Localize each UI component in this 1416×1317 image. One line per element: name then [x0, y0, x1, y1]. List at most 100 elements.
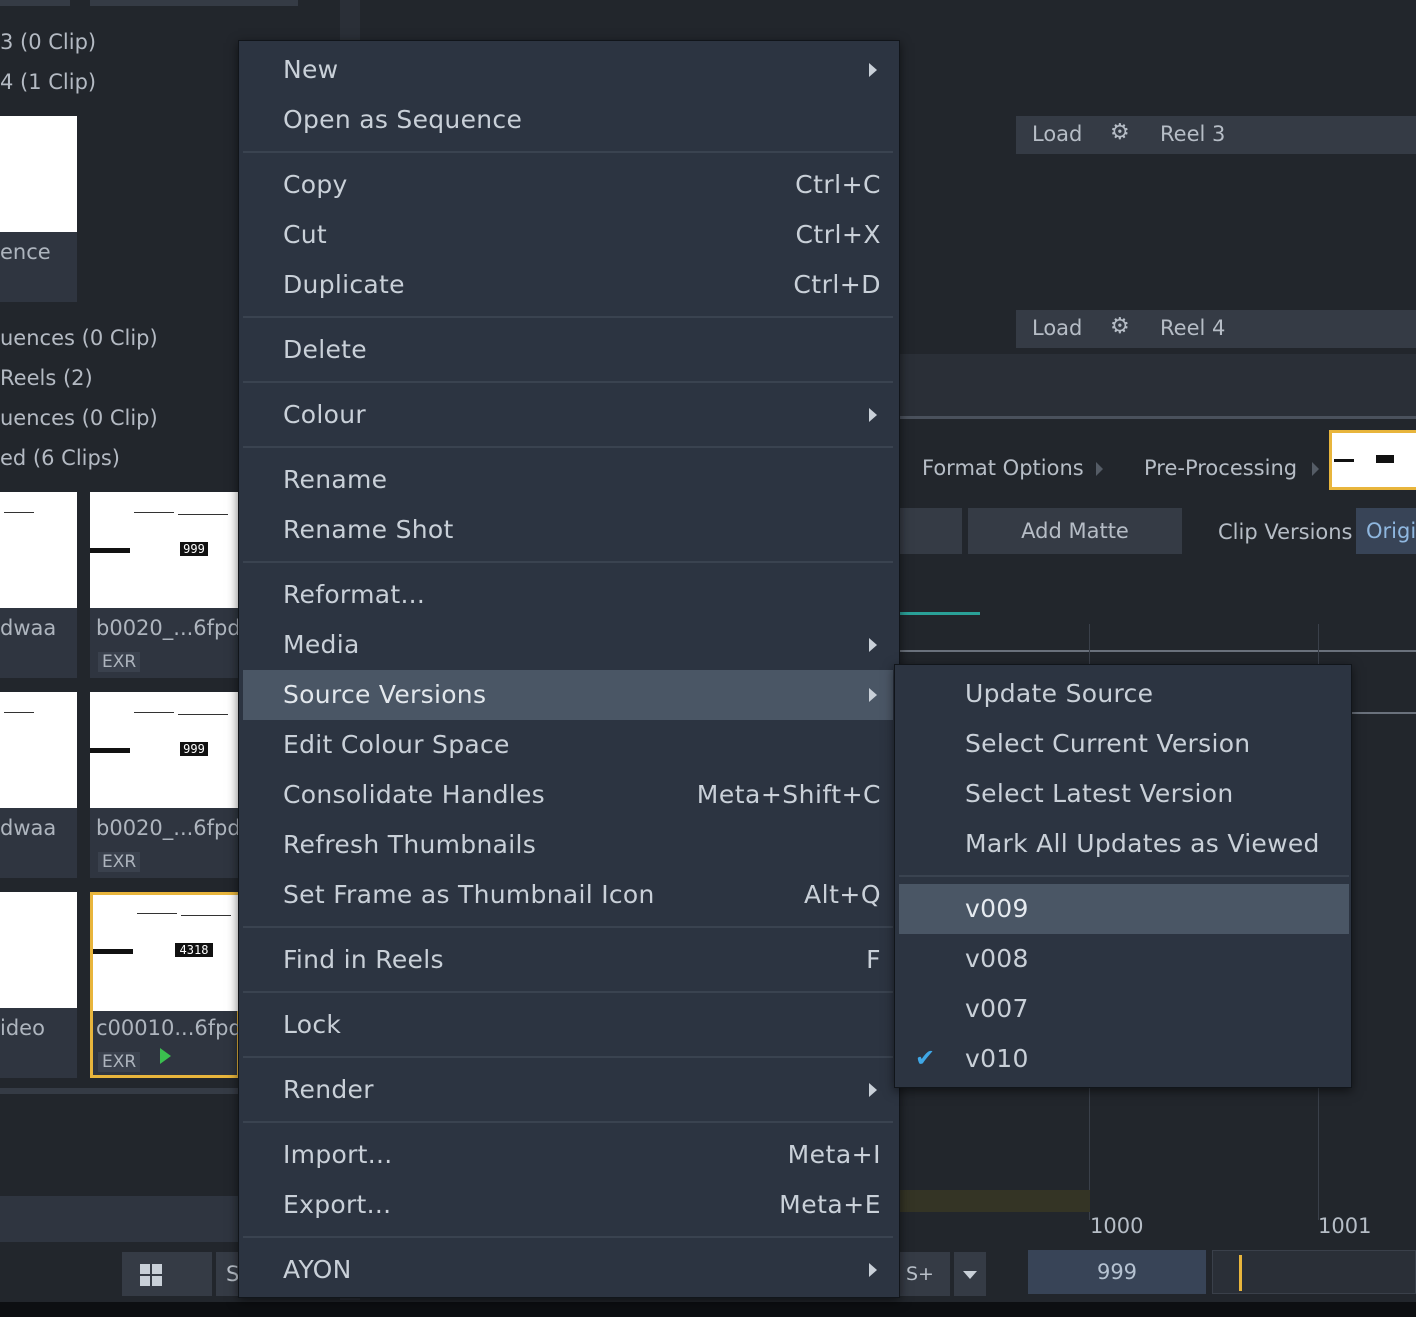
- menu-item-shortcut: Meta+Shift+C: [696, 780, 881, 809]
- add-matte-button[interactable]: Add Matte: [968, 508, 1182, 554]
- clip-name: b0020_...6fpdw: [96, 816, 258, 840]
- tools-tab-bar: Format Options Pre-Processing: [900, 430, 1416, 496]
- menu-separator: [243, 1236, 893, 1238]
- menu-item-export[interactable]: Export... Meta+E: [243, 1180, 893, 1230]
- version-label: v009: [965, 894, 1029, 923]
- version-item-v007[interactable]: v007: [899, 984, 1349, 1034]
- menu-item-duplicate[interactable]: Duplicate Ctrl+D: [243, 260, 893, 310]
- chevron-right-icon: [1312, 462, 1319, 476]
- splitter[interactable]: [900, 416, 1416, 419]
- clip-name: c00010...6fpdw: [96, 1016, 259, 1040]
- timeline-scrubber[interactable]: [1212, 1250, 1416, 1294]
- clip-thumbnail[interactable]: 999 b0020_...6fpdw EXR: [90, 492, 258, 678]
- play-icon[interactable]: [160, 1048, 171, 1064]
- menu-item-find-in-reels[interactable]: Find in Reels F: [243, 935, 893, 985]
- menu-item-ayon[interactable]: AYON: [243, 1245, 893, 1295]
- menu-item-refresh-thumbnails[interactable]: Refresh Thumbnails: [243, 820, 893, 870]
- frame-number: 4318: [175, 943, 213, 957]
- menu-item-edit-colour-space[interactable]: Edit Colour Space: [243, 720, 893, 770]
- menu-item-new[interactable]: New: [243, 45, 893, 95]
- format-badge: EXR: [98, 652, 141, 672]
- submenu-item-label: Mark All Updates as Viewed: [965, 829, 1320, 858]
- reel-name[interactable]: Reel 4: [1160, 316, 1225, 340]
- tree-row[interactable]: uences (0 Clip): [0, 406, 158, 430]
- menu-item-open-as-sequence[interactable]: Open as Sequence: [243, 95, 893, 145]
- menu-item-set-frame-as-thumbnail-icon[interactable]: Set Frame as Thumbnail Icon Alt+Q: [243, 870, 893, 920]
- timeline-top-line: [900, 650, 1416, 652]
- menu-item-label: Rename Shot: [283, 515, 454, 544]
- menu-item-cut[interactable]: Cut Ctrl+X: [243, 210, 893, 260]
- menu-item-label: Open as Sequence: [283, 105, 523, 134]
- clip-thumbnail[interactable]: dwaa: [0, 492, 77, 678]
- menu-item-copy[interactable]: Copy Ctrl+C: [243, 160, 893, 210]
- clip-thumbnail[interactable]: ence: [0, 116, 77, 302]
- reel-name[interactable]: Reel 3: [1160, 122, 1225, 146]
- tree-row[interactable]: Reels (2): [0, 366, 93, 390]
- version-item-v009[interactable]: v009: [899, 884, 1349, 934]
- menu-item-rename-shot[interactable]: Rename Shot: [243, 505, 893, 555]
- grid-view-button[interactable]: [122, 1252, 212, 1296]
- tab-format-options[interactable]: Format Options: [922, 456, 1084, 480]
- menu-item-label: Edit Colour Space: [283, 730, 510, 759]
- tree-row[interactable]: ed (6 Clips): [0, 446, 120, 470]
- original-version-tab[interactable]: Origi: [1356, 508, 1416, 554]
- frame-number-field[interactable]: 999: [1028, 1250, 1206, 1294]
- search-button[interactable]: S: [216, 1252, 240, 1296]
- menu-item-label: Colour: [283, 400, 366, 429]
- menu-separator: [243, 316, 893, 318]
- menu-item-shortcut: Meta+I: [787, 1140, 881, 1169]
- submenu-item-select-current-version[interactable]: Select Current Version: [899, 719, 1349, 769]
- menu-item-label: Media: [283, 630, 360, 659]
- reel-icon: ⚙: [1110, 314, 1130, 339]
- thumbnail-image: 999: [90, 492, 240, 608]
- menu-item-reformat[interactable]: Reformat...: [243, 570, 893, 620]
- clip-name: dwaa: [0, 816, 57, 840]
- menu-item-consolidate-handles[interactable]: Consolidate Handles Meta+Shift+C: [243, 770, 893, 820]
- snap-button[interactable]: S+: [900, 1252, 950, 1296]
- ruler-label: 1000: [1090, 1214, 1144, 1238]
- clip-name: b0020_...6fpdw: [96, 616, 258, 640]
- submenu-item-mark-all-updates-as-viewed[interactable]: Mark All Updates as Viewed: [899, 819, 1349, 869]
- submenu-item-select-latest-version[interactable]: Select Latest Version: [899, 769, 1349, 819]
- menu-item-shortcut: F: [866, 945, 881, 974]
- clip-thumbnail[interactable]: ideo: [0, 892, 77, 1078]
- tree-row[interactable]: 3 (0 Clip): [0, 30, 96, 54]
- toolbar-button[interactable]: [900, 508, 962, 554]
- clip-thumbnail[interactable]: dwaa: [0, 692, 77, 878]
- menu-item-import[interactable]: Import... Meta+I: [243, 1130, 893, 1180]
- menu-item-source-versions[interactable]: Source Versions: [243, 670, 893, 720]
- menu-item-render[interactable]: Render: [243, 1065, 893, 1115]
- menu-item-lock[interactable]: Lock: [243, 1000, 893, 1050]
- tab-pre-processing[interactable]: Pre-Processing: [1144, 456, 1297, 480]
- menu-item-label: Delete: [283, 335, 367, 364]
- check-icon: ✔: [915, 1044, 936, 1072]
- tree-row[interactable]: 4 (1 Clip): [0, 70, 96, 94]
- version-item-v008[interactable]: v008: [899, 934, 1349, 984]
- dropdown-button[interactable]: [954, 1252, 986, 1296]
- submenu-arrow-icon: [869, 1263, 877, 1277]
- playhead[interactable]: [1239, 1255, 1242, 1291]
- version-item-v010[interactable]: ✔ v010: [899, 1034, 1349, 1084]
- clip-name: dwaa: [0, 616, 57, 640]
- menu-item-label: Set Frame as Thumbnail Icon: [283, 880, 655, 909]
- menu-separator: [899, 875, 1349, 877]
- menu-item-media[interactable]: Media: [243, 620, 893, 670]
- menu-item-label: Cut: [283, 220, 328, 249]
- clip-thumbnail-selected[interactable]: 4318 c00010...6fpdw EXR: [90, 892, 259, 1078]
- menu-item-shortcut: Ctrl+C: [795, 170, 881, 199]
- clip-thumbnail[interactable]: 999 b0020_...6fpdw EXR: [90, 692, 258, 878]
- thumbnail-image: [0, 692, 77, 808]
- menu-item-colour[interactable]: Colour: [243, 390, 893, 440]
- load-button[interactable]: Load: [1032, 316, 1082, 340]
- clip-name: ence: [0, 240, 51, 264]
- load-button[interactable]: Load: [1032, 122, 1082, 146]
- context-menu: New Open as Sequence Copy Ctrl+C Cut Ctrl+X Du…: [238, 40, 900, 1298]
- menu-item-delete[interactable]: Delete: [243, 325, 893, 375]
- menu-item-rename[interactable]: Rename: [243, 455, 893, 505]
- submenu-item-update-source[interactable]: Update Source: [899, 669, 1349, 719]
- grid-icon: [140, 1264, 162, 1286]
- chevron-right-icon: [1096, 462, 1103, 476]
- clip-preview-thumbnail[interactable]: [1329, 430, 1416, 490]
- tree-row[interactable]: uences (0 Clip): [0, 326, 158, 350]
- source-versions-submenu: Update Source Select Current Version Selec…: [894, 664, 1352, 1088]
